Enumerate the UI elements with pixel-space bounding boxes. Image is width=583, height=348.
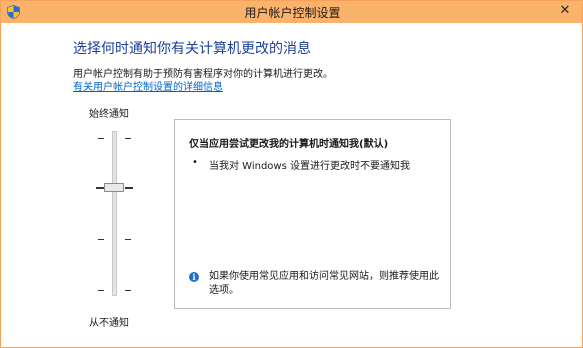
uac-details-link[interactable]: 有关用户帐户控制设置的详细信息 <box>73 78 223 93</box>
slider-tick-right <box>125 187 133 189</box>
close-icon: ✕ <box>559 3 571 18</box>
recommendation-text: 如果你使用常见应用和访问常见网站，则推荐使用此选项。 <box>209 271 439 296</box>
slider-thumb[interactable] <box>104 183 124 192</box>
level-description-box: 仅当应用尝试更改我的计算机时通知我(默认) • 当我对 Windows 设置进行… <box>174 119 451 309</box>
slider-track[interactable] <box>112 131 117 296</box>
slider-top-label: 始终通知 <box>89 109 129 120</box>
title-bar: 用户帐户控制设置 ✕ <box>1 1 582 23</box>
page-heading: 选择何时通知你有关计算机更改的消息 <box>73 41 311 57</box>
slider-tick-right <box>125 290 131 291</box>
close-button[interactable]: ✕ <box>557 3 573 19</box>
slider-tick-left <box>96 187 104 189</box>
info-icon: i <box>189 272 199 282</box>
window-title: 用户帐户控制设置 <box>244 6 341 20</box>
slider-tick-left <box>98 239 104 240</box>
slider-tick-right <box>125 138 131 139</box>
slider-tick-right <box>125 239 131 240</box>
level-title: 仅当应用尝试更改我的计算机时通知我(默认) <box>189 139 389 150</box>
slider-tick-left <box>98 290 104 291</box>
level-bullet-text: 当我对 Windows 设置进行更改时不要通知我 <box>209 161 410 172</box>
uac-settings-window: 用户帐户控制设置 ✕ 选择何时通知你有关计算机更改的消息 用户帐户控制有助于预防… <box>0 0 583 348</box>
slider-bottom-label: 从不通知 <box>89 318 129 329</box>
slider-tick-left <box>98 138 104 139</box>
bullet-icon: • <box>192 157 198 168</box>
